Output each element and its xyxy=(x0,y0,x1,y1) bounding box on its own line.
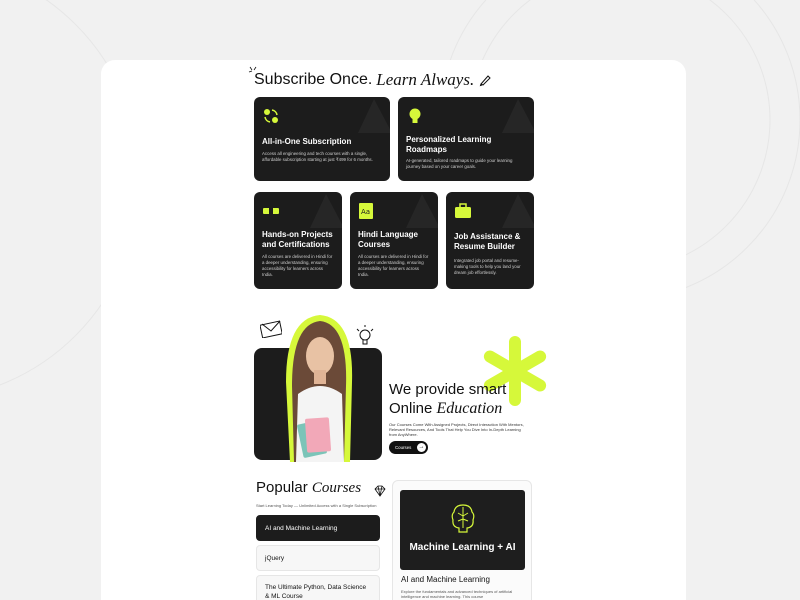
course-preview-image-label: Machine Learning + AI xyxy=(409,542,516,553)
feature-desc: Access all engineering and tech courses … xyxy=(262,151,373,162)
hero-title-italic: Education xyxy=(436,400,503,417)
pencil-icon xyxy=(479,75,491,87)
feature-card-projects: Hands-on Projects and Certifications All… xyxy=(254,192,342,289)
heading-main: Subscribe Once. xyxy=(254,71,373,88)
brain-icon xyxy=(451,504,475,533)
popular-courses-title: Popular Courses xyxy=(256,479,361,497)
feature-desc: Integrated job portal and resume-making … xyxy=(454,258,521,275)
feature-title: Hands-on Projects and Certifications xyxy=(262,230,333,249)
envelope-icon xyxy=(260,320,282,338)
feature-title: All-in-One Subscription xyxy=(262,137,352,146)
course-item-label: The Ultimate Python, Data Science & ML C… xyxy=(265,584,367,600)
hero-title-plain: Online xyxy=(389,400,433,417)
feature-title: Hindi Language Courses xyxy=(358,230,418,249)
courses-button[interactable]: Courses → xyxy=(389,441,428,454)
feature-title: Personalized Learning Roadmaps xyxy=(406,135,492,154)
feature-desc: AI-generated, tailored roadmaps to guide… xyxy=(406,158,513,169)
popular-subtitle: Start Learning Today — Unlimited Access … xyxy=(256,503,377,508)
hero-title: We provide smart Online Education xyxy=(389,380,506,418)
feature-card-roadmaps: Personalized Learning Roadmaps AI-genera… xyxy=(398,97,534,181)
diamond-doodle-icon xyxy=(374,485,386,497)
hero-title-line1: We provide smart xyxy=(389,381,507,398)
heading-italic: Learn Always. xyxy=(376,70,475,89)
decorative-mark xyxy=(502,99,534,133)
decorative-mark xyxy=(310,194,342,228)
translate-icon: Aa xyxy=(359,203,373,219)
course-preview-desc: Explore the fundamentals and advanced te… xyxy=(401,589,513,599)
arrow-right-icon: → xyxy=(417,443,426,452)
feature-title: Job Assistance & Resume Builder xyxy=(454,232,521,251)
popular-title-italic: Courses xyxy=(311,480,362,496)
feature-desc: All courses are delivered in Hindi for a… xyxy=(262,254,333,277)
course-preview-image: Machine Learning + AI xyxy=(400,490,525,570)
course-preview-title: AI and Machine Learning xyxy=(401,575,490,584)
lightbulb-doodle-icon xyxy=(356,325,374,345)
hero-portrait xyxy=(286,315,353,462)
feature-desc: All courses are delivered in Hindi for a… xyxy=(358,254,429,277)
certificate-icon xyxy=(263,207,279,215)
feature-card-hindi: Aa Hindi Language Courses All courses ar… xyxy=(350,192,438,289)
lightbulb-icon xyxy=(409,108,421,123)
popular-title-plain: Popular xyxy=(256,479,308,496)
svg-text:Aa: Aa xyxy=(361,208,370,216)
course-item-ai-ml[interactable]: AI and Machine Learning xyxy=(256,515,380,541)
decorative-mark xyxy=(358,99,390,133)
course-item-label: jQuery xyxy=(265,555,285,562)
courses-button-label: Courses xyxy=(395,445,412,450)
briefcase-icon xyxy=(455,203,471,218)
people-sync-icon xyxy=(264,109,278,123)
decorative-mark xyxy=(502,194,534,228)
course-item-label: AI and Machine Learning xyxy=(265,525,338,532)
course-preview-card[interactable]: Machine Learning + AI AI and Machine Lea… xyxy=(392,480,532,600)
course-item-python-ds-ml[interactable]: The Ultimate Python, Data Science & ML C… xyxy=(256,575,380,600)
decorative-mark xyxy=(406,194,438,228)
section-heading: Subscribe Once. Learn Always. xyxy=(254,69,492,91)
course-item-jquery[interactable]: jQuery xyxy=(256,545,380,571)
feature-card-jobs: Job Assistance & Resume Builder Integrat… xyxy=(446,192,534,289)
feature-card-subscription: All-in-One Subscription Access all engin… xyxy=(254,97,390,181)
hero-description: Our Courses Come With Assigned Projects,… xyxy=(389,422,524,437)
